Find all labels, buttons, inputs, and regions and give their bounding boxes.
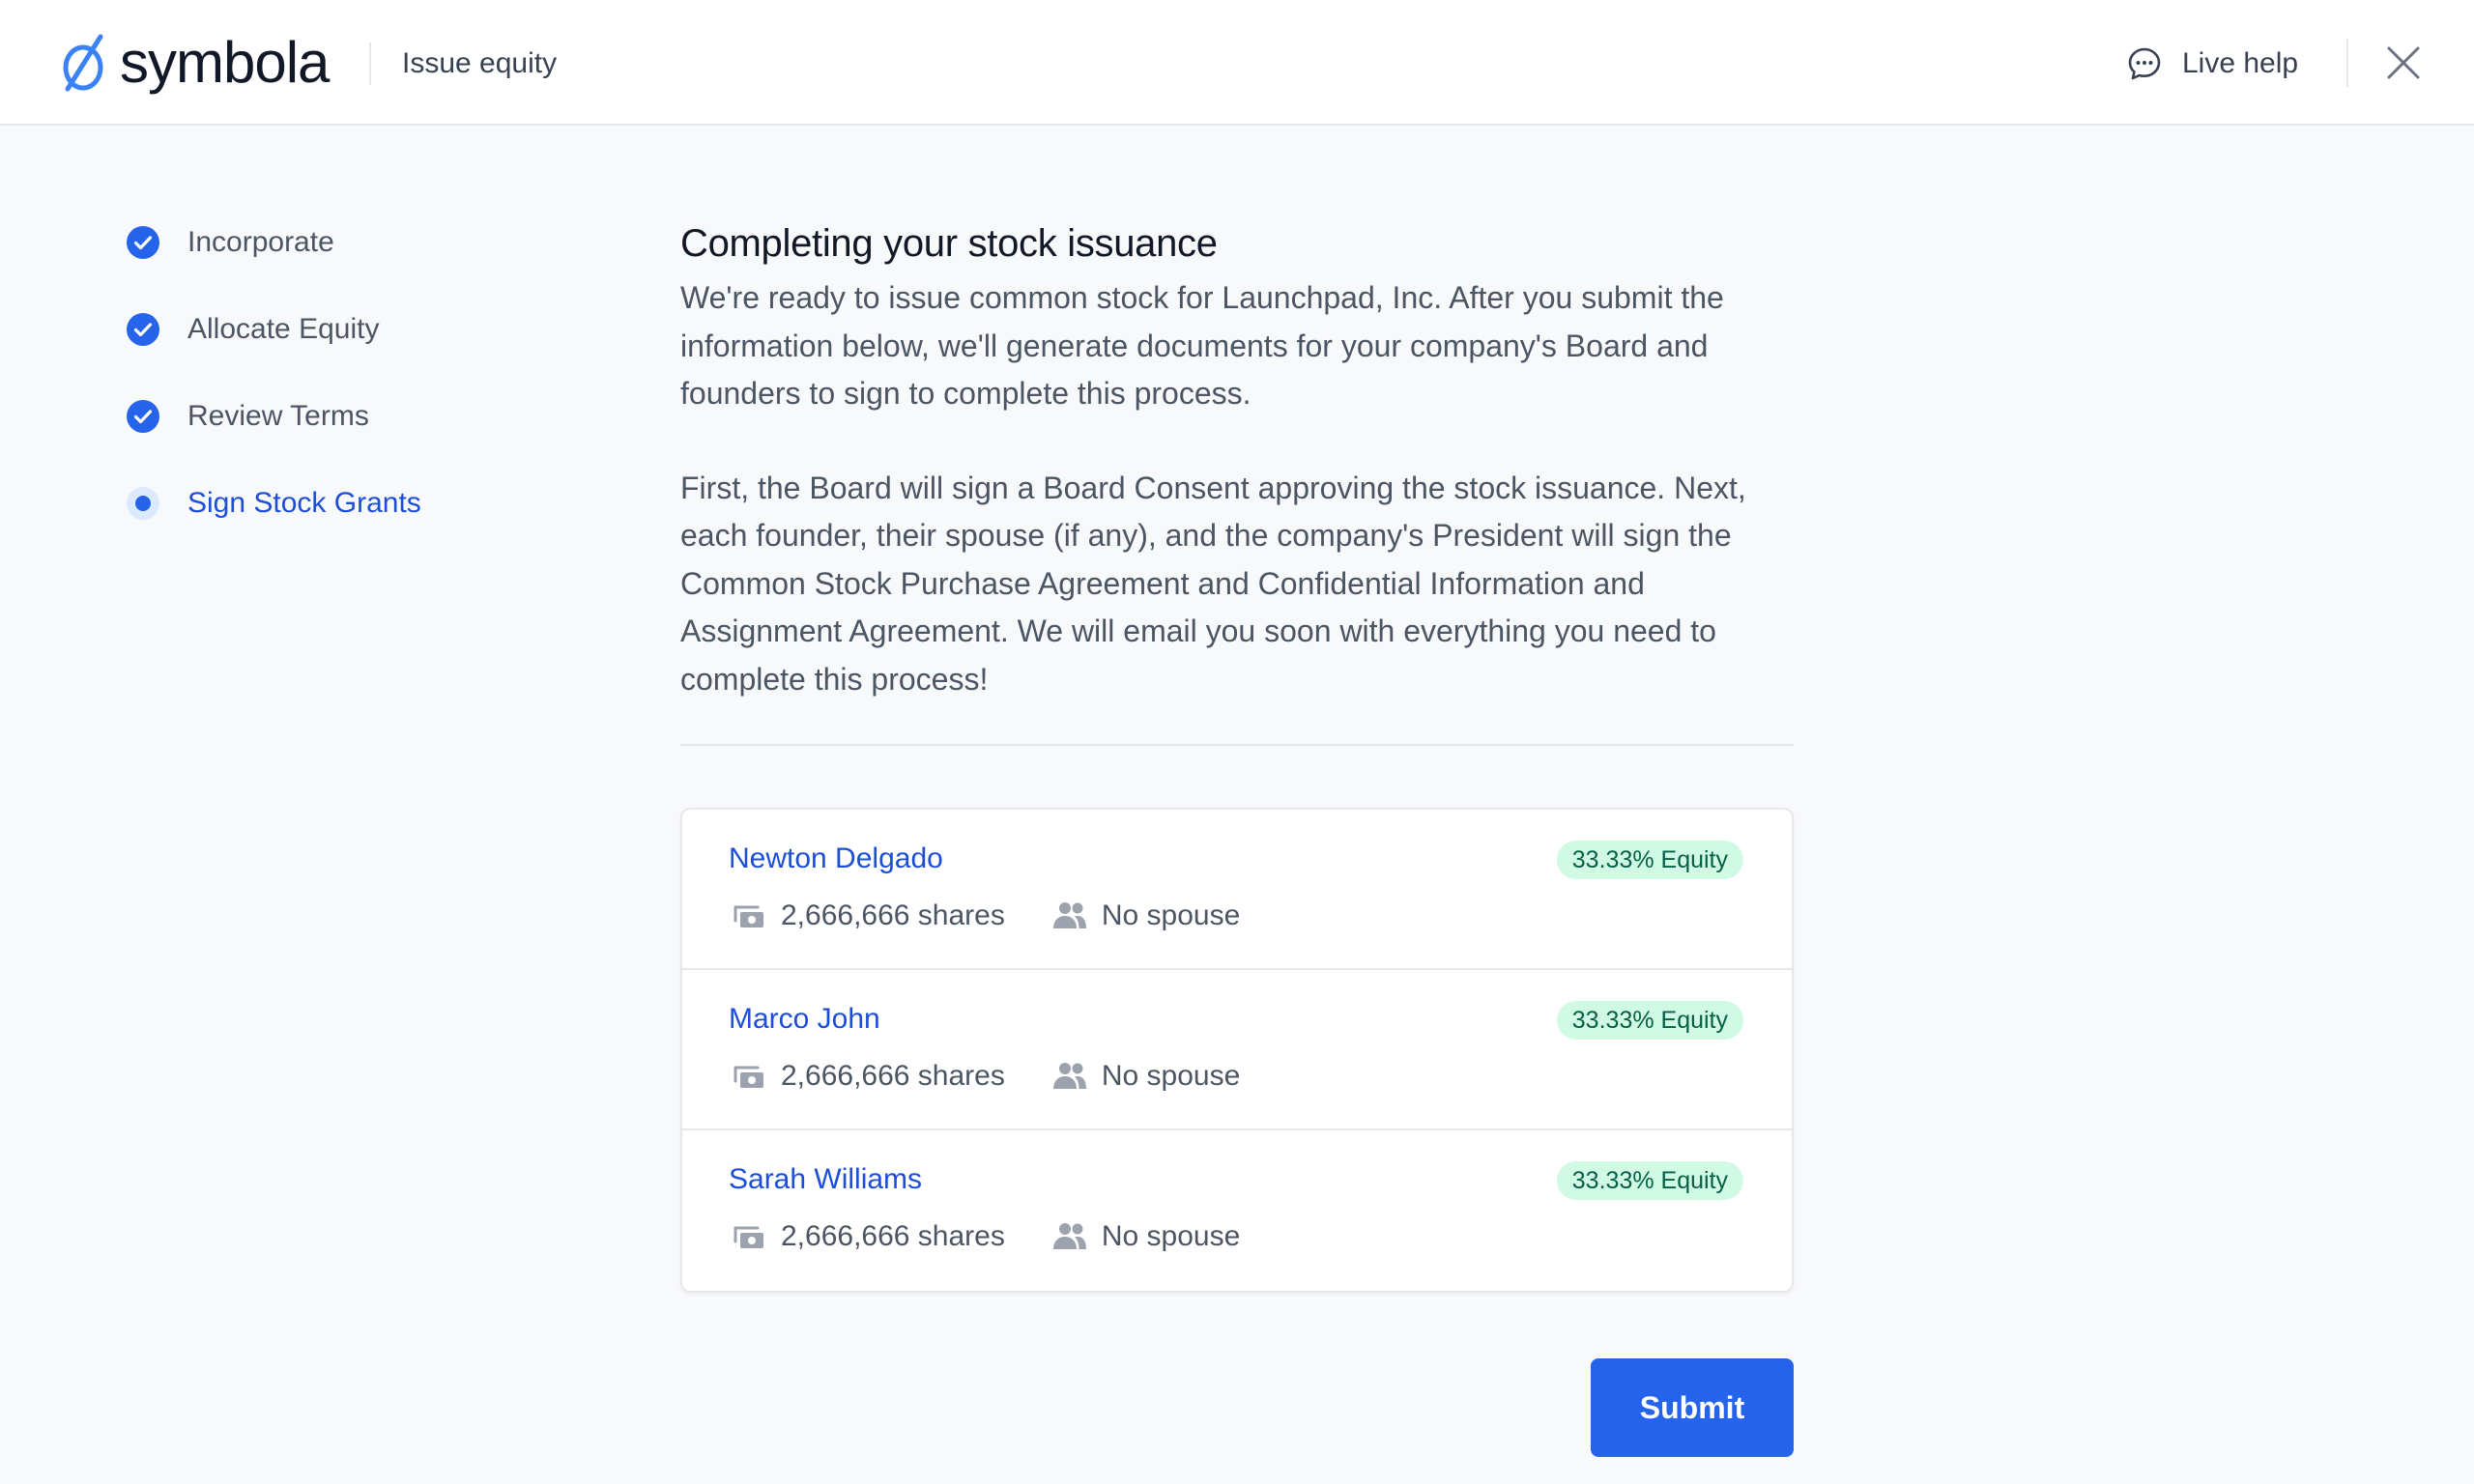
shares-info: 2,666,666 shares (731, 1058, 1005, 1095)
process-paragraph: First, the Board will sign a Board Conse… (680, 470, 1746, 697)
symbola-logo[interactable]: symbola (60, 30, 330, 95)
spouse-status: No spouse (1101, 1220, 1241, 1252)
users-icon (1052, 1223, 1086, 1249)
shares-count: 2,666,666 shares (781, 1060, 1005, 1092)
cash-icon (734, 1226, 763, 1248)
founder-name-link[interactable]: Sarah Williams (729, 1163, 922, 1196)
list-item: Newton Delgado 33.33% Equity 2,666,666 s… (682, 810, 1792, 970)
founder-meta: 2,666,666 shares No spouse (731, 1057, 1240, 1096)
founder-name-link[interactable]: Marco John (729, 1003, 880, 1036)
users-icon (1052, 902, 1086, 928)
founder-meta: 2,666,666 shares No spouse (731, 1217, 1240, 1256)
submit-button[interactable]: Submit (1591, 1358, 1794, 1457)
step-label: Sign Stock Grants (187, 487, 421, 519)
page-title: Issue equity (402, 47, 558, 79)
shares-info: 2,666,666 shares (731, 1218, 1005, 1255)
live-help-button[interactable]: Live help (2126, 43, 2298, 85)
users-icon (1052, 1063, 1086, 1089)
current-step-dot-icon (127, 487, 159, 520)
spouse-status: No spouse (1101, 899, 1241, 931)
cash-icon (734, 905, 763, 928)
step-label: Allocate Equity (187, 313, 380, 345)
list-item: Marco John 33.33% Equity 2,666,666 share… (682, 970, 1792, 1130)
step-review-terms[interactable]: Review Terms (126, 392, 421, 441)
shares-count: 2,666,666 shares (781, 1220, 1005, 1252)
founders-list: Newton Delgado 33.33% Equity 2,666,666 s… (680, 808, 1794, 1293)
founder-meta: 2,666,666 shares No spouse (731, 897, 1240, 935)
list-item: Sarah Williams 33.33% Equity 2,666,666 s… (682, 1130, 1792, 1291)
step-sign-stock-grants[interactable]: Sign Stock Grants (126, 479, 421, 528)
spouse-status: No spouse (1101, 1060, 1241, 1092)
step-label: Incorporate (187, 226, 334, 258)
live-help-label: Live help (2182, 47, 2299, 79)
equity-badge: 33.33% Equity (1556, 1001, 1743, 1040)
header-divider (369, 43, 371, 85)
intro-paragraph: We're ready to issue common stock for La… (680, 280, 1724, 411)
spouse-info: No spouse (1051, 898, 1240, 934)
chat-bubble-icon (2128, 47, 2161, 80)
main-content: Completing your stock issuance We're rea… (680, 218, 1794, 1293)
shares-info: 2,666,666 shares (731, 898, 1005, 934)
equity-badge: 33.33% Equity (1556, 1161, 1743, 1200)
step-incorporate[interactable]: Incorporate (126, 218, 421, 267)
header-divider (2346, 39, 2348, 87)
check-circle-icon (127, 400, 159, 433)
close-icon[interactable] (2383, 43, 2424, 83)
check-circle-icon (127, 313, 159, 346)
symbola-logo-icon (63, 34, 103, 92)
divider (680, 744, 1794, 746)
shares-count: 2,666,666 shares (781, 899, 1005, 931)
progress-steps: Incorporate Allocate Equity Review Terms… (126, 218, 421, 566)
logo-text: symbola (120, 30, 330, 95)
cash-icon (734, 1066, 763, 1088)
section-title: Completing your stock issuance (680, 222, 1218, 265)
spouse-info: No spouse (1051, 1218, 1240, 1255)
step-allocate-equity[interactable]: Allocate Equity (126, 305, 421, 354)
top-header: symbola Issue equity Live help (0, 0, 2474, 126)
check-circle-icon (127, 226, 159, 259)
step-label: Review Terms (187, 400, 369, 432)
spouse-info: No spouse (1051, 1058, 1240, 1095)
equity-badge: 33.33% Equity (1556, 841, 1743, 879)
founder-name-link[interactable]: Newton Delgado (729, 842, 943, 875)
